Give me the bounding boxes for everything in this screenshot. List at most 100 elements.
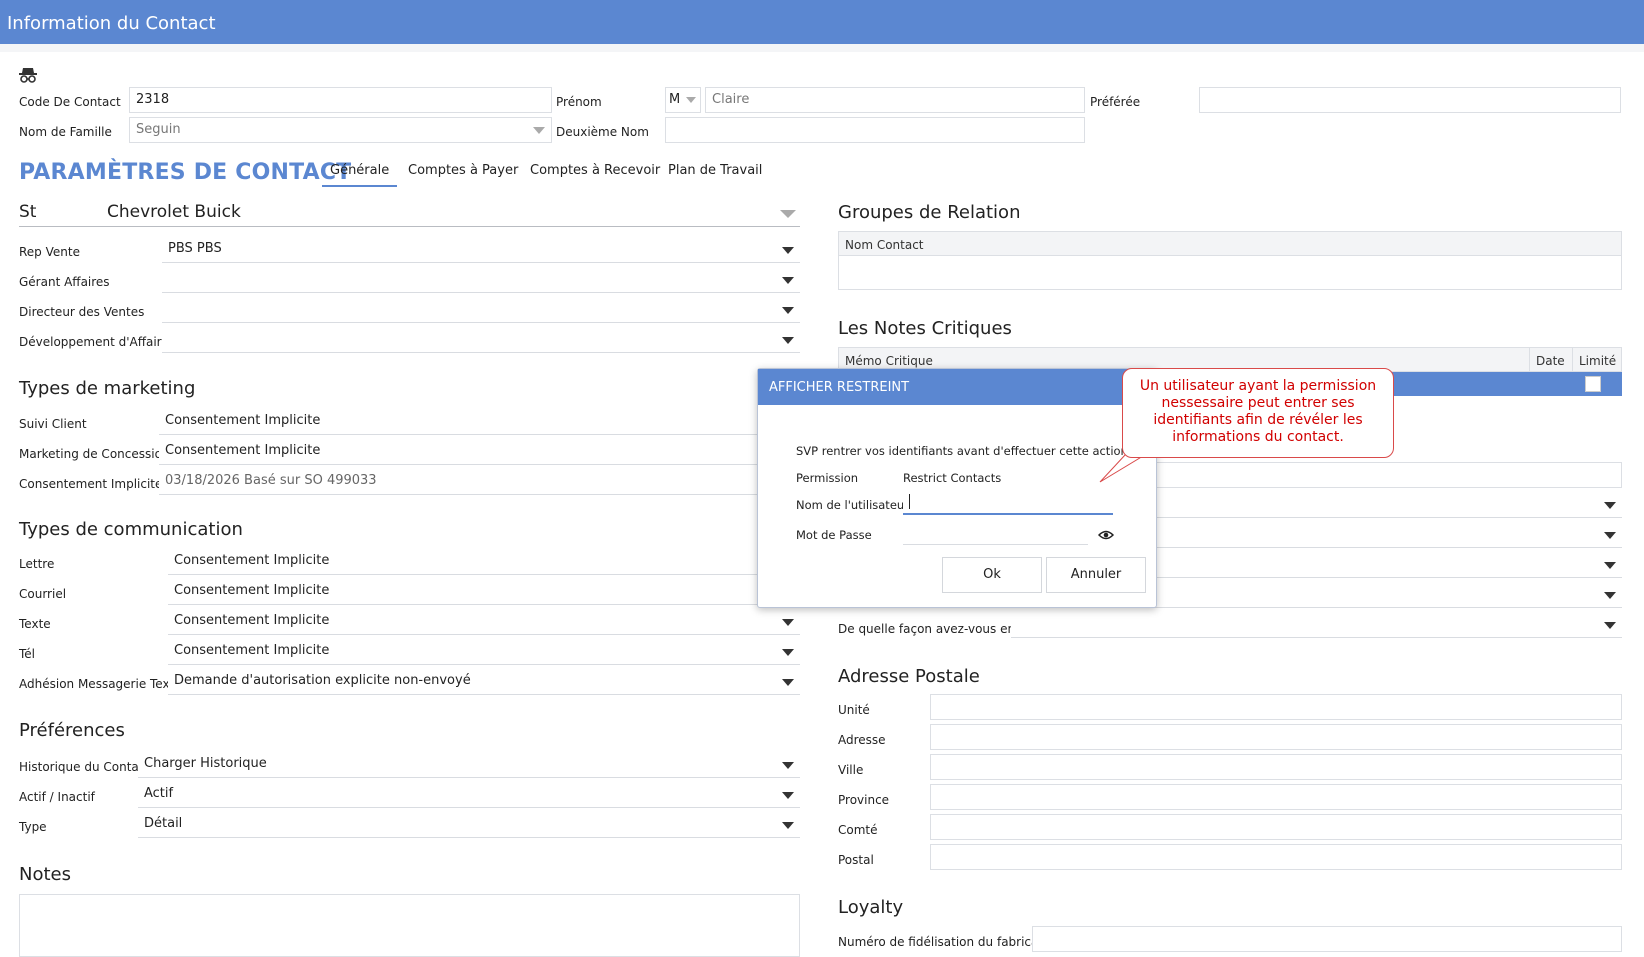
email-select[interactable]: Consentement Implicite: [168, 579, 760, 605]
salutation-select[interactable]: M: [665, 87, 701, 113]
store-value: Chevrolet Buick: [107, 202, 241, 222]
how-heard-select[interactable]: [1011, 612, 1622, 638]
active-inactive-select[interactable]: Actif: [138, 782, 800, 808]
chevron-down-icon: [782, 761, 794, 769]
last-name-select[interactable]: Seguin: [129, 117, 552, 143]
ok-button[interactable]: Ok: [942, 557, 1042, 593]
active-inactive-label: Actif / Inactif: [19, 790, 95, 804]
phone-value: Consentement Implicite: [174, 643, 330, 658]
loyalty-title: Loyalty: [838, 897, 904, 918]
address-field[interactable]: [930, 724, 1622, 750]
column-divider: [1529, 348, 1530, 372]
unit-field[interactable]: [930, 694, 1622, 720]
client-followup-select[interactable]: Consentement Implicite: [159, 409, 759, 435]
username-input[interactable]: [903, 490, 1113, 515]
permission-callout: Un utilisateur ayant la permission nesse…: [1122, 368, 1394, 458]
right-select-1[interactable]: [1140, 492, 1622, 518]
store-label: St: [19, 202, 37, 222]
spy-icon[interactable]: [18, 66, 38, 84]
password-label: Mot de Passe: [796, 528, 872, 542]
communication-types-title: Types de communication: [19, 519, 243, 540]
relation-groups-header: Nom Contact: [838, 231, 1622, 256]
phone-select[interactable]: Consentement Implicite: [168, 639, 800, 665]
notes-textarea[interactable]: [19, 894, 800, 957]
chevron-down-icon: [1604, 591, 1616, 599]
postal-address-title: Adresse Postale: [838, 666, 980, 687]
tab-general[interactable]: Générale: [322, 163, 398, 187]
window-title: Information du Contact: [7, 13, 216, 34]
date-column: Date: [1536, 354, 1565, 368]
permission-value: Restrict Contacts: [903, 471, 1002, 485]
chevron-down-icon: [1604, 621, 1616, 629]
eye-icon[interactable]: [1097, 526, 1115, 540]
title-bar: Information du Contact: [0, 0, 1644, 44]
tab-work-plan[interactable]: Plan de Travail: [668, 163, 762, 178]
right-select-2[interactable]: [1140, 522, 1622, 548]
sales-rep-label: Rep Vente: [19, 245, 80, 259]
how-heard-label: De quelle façon avez-vous ent...: [838, 622, 1032, 636]
loyalty-number-label: Numéro de fidélisation du fabricant: [838, 935, 1051, 949]
dealer-marketing-label: Marketing de Concession: [19, 447, 170, 461]
type-value: Détail: [144, 816, 183, 831]
chevron-down-icon: [1604, 501, 1616, 509]
business-development-select[interactable]: [162, 327, 800, 353]
cancel-button[interactable]: Annuler: [1046, 557, 1146, 593]
right-select-3[interactable]: [1140, 552, 1622, 578]
notes-title: Notes: [19, 864, 71, 885]
tab-accounts-payable[interactable]: Comptes à Payer: [408, 163, 518, 178]
implicit-consent-label: Consentement Implicite: [19, 477, 163, 491]
type-select[interactable]: Détail: [138, 812, 800, 838]
chevron-down-icon: [533, 127, 545, 134]
sales-director-select[interactable]: [162, 297, 800, 323]
sms-optin-label: Adhésion Messagerie Texte: [19, 677, 182, 691]
contact-code-field[interactable]: 2318: [129, 87, 552, 113]
unit-label: Unité: [838, 703, 870, 717]
sales-rep-value: PBS PBS: [168, 241, 222, 256]
province-field[interactable]: [930, 784, 1622, 810]
county-field[interactable]: [930, 814, 1622, 840]
right-select-4[interactable]: [1140, 582, 1622, 608]
province-label: Province: [838, 793, 890, 807]
letter-label: Lettre: [19, 557, 55, 571]
chevron-down-icon: [782, 336, 794, 344]
type-label: Type: [19, 820, 47, 834]
first-name-field[interactable]: Claire: [705, 87, 1085, 113]
business-manager-select[interactable]: [162, 267, 800, 293]
city-field[interactable]: [930, 754, 1622, 780]
chevron-down-icon: [782, 276, 794, 284]
tab-accounts-receivable[interactable]: Comptes à Recevoir: [530, 163, 660, 178]
text-select[interactable]: Consentement Implicite: [168, 609, 800, 635]
chevron-down-icon: [782, 306, 794, 314]
preferred-name-field[interactable]: [1199, 87, 1621, 113]
business-manager-label: Gérant Affaires: [19, 275, 110, 289]
last-name-label: Nom de Famille: [19, 125, 112, 139]
callout-text: Un utilisateur ayant la permission nesse…: [1139, 378, 1377, 445]
middle-name-field[interactable]: [665, 117, 1085, 143]
contact-history-value: Charger Historique: [144, 756, 267, 771]
chevron-down-icon: [782, 678, 794, 686]
store-select[interactable]: St Chevrolet Buick: [19, 200, 800, 227]
address-label: Adresse: [838, 733, 886, 747]
county-label: Comté: [838, 823, 878, 837]
email-label: Courriel: [19, 587, 67, 601]
relation-groups-title: Groupes de Relation: [838, 202, 1021, 223]
city-label: Ville: [838, 763, 864, 777]
loyalty-number-field[interactable]: [1032, 926, 1622, 952]
sms-optin-select[interactable]: Demande d'autorisation explicite non-env…: [168, 669, 800, 695]
limited-checkbox[interactable]: [1585, 376, 1601, 392]
password-input[interactable]: [903, 520, 1088, 545]
contact-code-label: Code De Contact: [19, 95, 121, 109]
dealer-marketing-select[interactable]: Consentement Implicite: [159, 439, 759, 465]
text-label: Texte: [19, 617, 51, 631]
last-name-value: Seguin: [136, 122, 181, 137]
relation-groups-grid[interactable]: [838, 256, 1622, 290]
sales-director-label: Directeur des Ventes: [19, 305, 145, 319]
letter-select[interactable]: Consentement Implicite: [168, 549, 760, 575]
contact-history-select[interactable]: Charger Historique: [138, 752, 800, 778]
chevron-down-icon: [686, 97, 696, 103]
right-field-1[interactable]: [1140, 462, 1622, 488]
chevron-down-icon: [1604, 561, 1616, 569]
sales-rep-select[interactable]: PBS PBS: [162, 237, 800, 263]
postal-code-field[interactable]: [930, 844, 1622, 870]
contact-name-column: Nom Contact: [845, 238, 924, 252]
